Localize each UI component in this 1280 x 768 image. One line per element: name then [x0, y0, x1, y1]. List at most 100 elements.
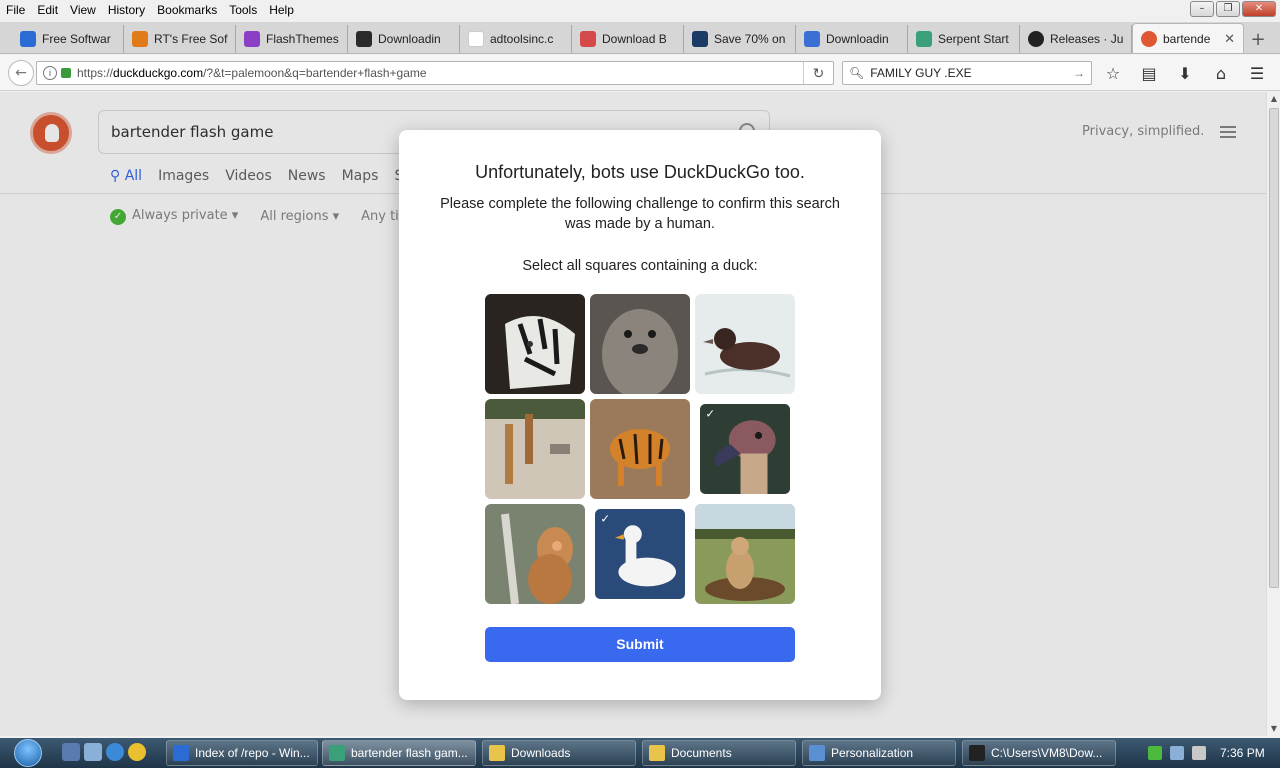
url-prefix: https:// — [77, 66, 114, 80]
tab-label: Free Softwar — [42, 32, 111, 46]
url-bar[interactable]: i https://duckduckgo.com/?&t=palemoon&q=… — [36, 61, 834, 85]
back-arrow-icon: ← — [15, 65, 27, 81]
taskbar-item-documents[interactable]: Documents — [642, 740, 796, 766]
site-info-icon[interactable]: i — [43, 66, 57, 80]
taskbar-item-index-repo[interactable]: Index of /repo - Win... — [166, 740, 318, 766]
reload-icon[interactable]: ↻ — [803, 62, 833, 84]
captcha-cell-monkey[interactable] — [485, 504, 585, 604]
menu-history[interactable]: History — [102, 3, 151, 17]
taskbar-item-personalization[interactable]: Personalization — [802, 740, 956, 766]
tab-adtoolsinc[interactable]: adtoolsinc.c — [460, 25, 572, 53]
search-icon: 🔍︎ — [849, 66, 865, 80]
menu-icon[interactable]: ☰ — [1244, 61, 1270, 85]
tab-downloading-1[interactable]: Downloadin — [348, 25, 460, 53]
chrome-icon[interactable] — [128, 743, 146, 761]
tab-favicon-icon — [580, 31, 596, 47]
folder-icon — [489, 745, 505, 761]
scroll-down-icon[interactable]: ▼ — [1267, 722, 1280, 736]
scroll-up-icon[interactable]: ▲ — [1267, 92, 1280, 106]
show-desktop-icon[interactable] — [62, 743, 80, 761]
downloads-icon[interactable]: ⬇ — [1172, 61, 1198, 85]
captcha-cell-tiger-walking[interactable] — [590, 399, 690, 499]
search-go-icon[interactable]: → — [1073, 66, 1085, 80]
taskbar-item-downloads[interactable]: Downloads — [482, 740, 636, 766]
lock-icon — [61, 68, 71, 78]
tab-label: RT's Free Sof — [154, 32, 228, 46]
volume-muted-icon[interactable] — [1192, 746, 1206, 760]
start-button[interactable] — [10, 738, 50, 768]
folder-icon — [649, 745, 665, 761]
giraffes-image — [485, 399, 585, 499]
scroll-thumb[interactable] — [1269, 108, 1279, 588]
bookmarks-list-icon[interactable]: ▤ — [1136, 61, 1162, 85]
tab-label: bartende — [1163, 31, 1211, 46]
internet-explorer-icon[interactable] — [106, 743, 124, 761]
back-button[interactable]: ← — [8, 60, 34, 86]
menu-help[interactable]: Help — [263, 3, 300, 17]
close-window-button[interactable]: ✕ — [1242, 1, 1276, 17]
tab-favicon-icon — [916, 31, 932, 47]
tab-releases[interactable]: Releases · Ju — [1020, 25, 1132, 53]
captcha-cell-seal[interactable] — [590, 294, 690, 394]
page-scrollbar[interactable]: ▲ ▼ — [1266, 92, 1280, 736]
duckduckgo-icon — [1141, 30, 1157, 47]
tab-downloading-2[interactable]: Downloadin — [796, 25, 908, 53]
tab-close-icon[interactable]: ✕ — [1224, 31, 1235, 47]
clock[interactable]: 7:36 PM — [1220, 746, 1265, 760]
menu-file[interactable]: File — [0, 3, 31, 17]
explorer-icon[interactable] — [84, 743, 102, 761]
submit-button[interactable]: Submit — [485, 627, 795, 662]
menu-tools[interactable]: Tools — [223, 3, 263, 17]
tab-flashthemes[interactable]: FlashThemes — [236, 25, 348, 53]
tab-label: Download B — [602, 32, 667, 46]
tab-favicon-icon — [132, 31, 148, 47]
captcha-modal: Unfortunately, bots use DuckDuckGo too. … — [399, 130, 881, 700]
restore-button[interactable]: ❐ — [1216, 1, 1240, 17]
ie-icon — [173, 745, 189, 761]
menu-edit[interactable]: Edit — [31, 3, 64, 17]
tab-label: Save 70% on — [714, 32, 786, 46]
new-tab-button[interactable]: + — [1244, 25, 1272, 53]
tab-free-software[interactable]: Free Softwar — [12, 25, 124, 53]
security-shield-icon[interactable] — [1148, 746, 1162, 760]
seal-image — [590, 294, 690, 394]
modal-subtitle: Please complete the following challenge … — [440, 196, 840, 232]
url-path: /?&t=palemoon&q=bartender+flash+game — [203, 66, 427, 80]
tab-download-b[interactable]: Download B — [572, 25, 684, 53]
minimize-button[interactable]: – — [1190, 1, 1214, 17]
selected-check-icon: ✓ — [705, 407, 716, 422]
captcha-cell-tiger[interactable] — [485, 294, 585, 394]
navigation-bar: ← i https://duckduckgo.com/?&t=palemoon&… — [0, 55, 1280, 91]
captcha-cell-giraffes[interactable] — [485, 399, 585, 499]
bookmark-star-icon[interactable]: ☆ — [1100, 61, 1126, 85]
captcha-cell-lioness[interactable] — [695, 504, 795, 604]
network-icon[interactable] — [1170, 746, 1184, 760]
tab-label: Serpent Start — [938, 32, 1009, 46]
tab-rts-free-software[interactable]: RT's Free Sof — [124, 25, 236, 53]
tab-label: Downloadin — [378, 32, 441, 46]
windows-orb-icon — [14, 739, 42, 767]
tab-favicon-icon — [468, 31, 484, 47]
tab-favicon-icon — [692, 31, 708, 47]
home-icon[interactable]: ⌂ — [1208, 61, 1234, 85]
tab-bartender-active[interactable]: bartende ✕ — [1132, 23, 1244, 53]
captcha-cell-white-duck[interactable]: ✓ — [595, 509, 685, 599]
toolbar-icons: ☆ ▤ ⬇ ⌂ ☰ — [1100, 61, 1270, 85]
tab-save-70[interactable]: Save 70% on — [684, 25, 796, 53]
tab-serpent-start[interactable]: Serpent Start — [908, 25, 1020, 53]
captcha-cell-duck-water[interactable] — [695, 294, 795, 394]
taskbar-item-7zip[interactable]: C:\Users\VM8\Dow... — [962, 740, 1116, 766]
system-tray: 7:36 PM — [1140, 740, 1280, 766]
tab-label: FlashThemes — [266, 32, 339, 46]
control-panel-icon — [809, 745, 825, 761]
search-input[interactable]: 🔍︎ FAMILY GUY .EXE → — [842, 61, 1092, 85]
tab-label: Releases · Ju — [1050, 32, 1124, 46]
taskbar: Index of /repo - Win... bartender flash … — [0, 738, 1280, 768]
taskbar-item-bartender[interactable]: bartender flash gam... — [322, 740, 476, 766]
captcha-cell-duck-head[interactable]: ✓ — [700, 404, 790, 494]
menu-view[interactable]: View — [64, 3, 102, 17]
tab-favicon-icon — [804, 31, 820, 47]
menu-bookmarks[interactable]: Bookmarks — [151, 3, 223, 17]
7zip-icon — [969, 745, 985, 761]
tab-strip: Free Softwar RT's Free Sof FlashThemes D… — [0, 22, 1280, 54]
